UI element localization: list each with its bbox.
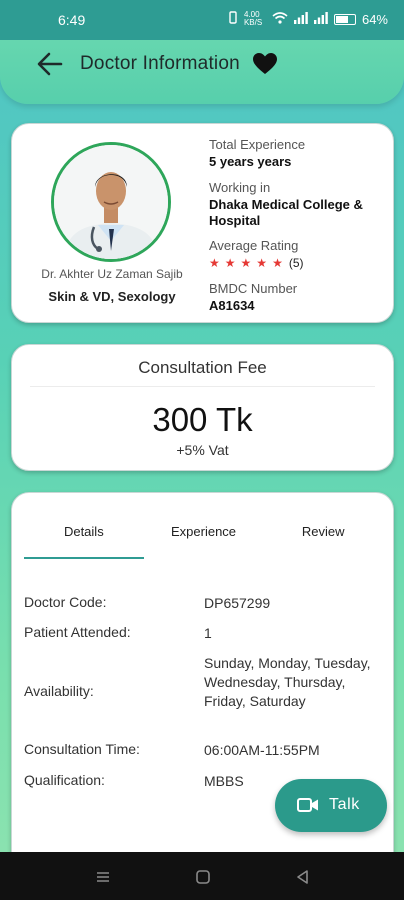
rating-count: (5) xyxy=(288,256,304,270)
experience-value: 5 years years xyxy=(209,154,292,169)
status-time: 6:49 xyxy=(58,12,86,28)
bmdc-value: A81634 xyxy=(209,298,255,313)
star-icon: ★ xyxy=(272,256,283,270)
fee-amount: 300 Tk xyxy=(152,401,253,438)
vibrate-icon xyxy=(228,11,238,27)
wifi-icon xyxy=(272,11,288,27)
detail-label: Availability: xyxy=(24,683,94,699)
doctor-specialty: Skin & VD, Sexology xyxy=(48,289,176,304)
rating-label: Average Rating xyxy=(209,238,299,253)
detail-label: Qualification: xyxy=(24,772,105,788)
info-tabs: Details Experience Review xyxy=(24,513,383,559)
detail-label: Doctor Code: xyxy=(24,594,107,610)
talk-button[interactable]: Talk xyxy=(275,779,387,832)
fee-divider xyxy=(30,386,375,387)
status-bar: 6:49 4.00 KB/S 64% xyxy=(0,0,404,40)
signal-icon xyxy=(293,11,308,27)
detail-value: 06:00AM-11:55PM xyxy=(204,742,320,758)
experience-label: Total Experience xyxy=(209,137,306,152)
star-icon: ★ xyxy=(240,256,252,270)
working-block: Working in Dhaka Medical College & Hospi… xyxy=(209,180,385,229)
fee-title: Consultation Fee xyxy=(138,358,267,377)
back-arrow-icon[interactable] xyxy=(36,51,64,77)
home-icon[interactable] xyxy=(194,868,212,886)
network-speed: 4.00 KB/S xyxy=(243,10,263,27)
app-header: Doctor Information xyxy=(0,40,404,90)
recent-apps-icon[interactable] xyxy=(94,868,112,886)
page-title: Doctor Information xyxy=(80,53,240,74)
back-triangle-icon[interactable] xyxy=(294,868,312,886)
detail-label: Patient Attended: xyxy=(24,624,131,640)
working-label: Working in xyxy=(209,180,271,195)
star-icon: ★ xyxy=(209,256,220,270)
consultation-fee-card: Consultation Fee 300 Tk +5% Vat xyxy=(11,344,394,471)
bmdc-label: BMDC Number xyxy=(209,281,298,296)
top-header-band: 6:49 4.00 KB/S 64% Doctor Information xyxy=(0,0,404,104)
talk-button-label: Talk xyxy=(329,796,360,813)
heart-icon[interactable] xyxy=(252,52,278,76)
battery-icon xyxy=(333,13,356,25)
working-value: Dhaka Medical College & Hospital xyxy=(209,197,363,228)
status-icons: 4.00 KB/S 64% xyxy=(228,11,388,27)
detail-value: DP657299 xyxy=(204,595,271,611)
doctor-avatar xyxy=(51,142,171,262)
detail-label: Consultation Time: xyxy=(24,741,140,757)
fee-vat: +5% Vat xyxy=(176,442,229,458)
detail-value: 1 xyxy=(204,625,212,641)
battery-percent: 64% xyxy=(361,11,388,27)
bmdc-block: BMDC Number A81634 xyxy=(209,281,297,314)
rating-block: Average Rating ★ ★ ★ ★ ★ (5) xyxy=(209,238,304,270)
star-icon: ★ xyxy=(224,256,236,270)
doctor-name: Dr. Akhter Uz Zaman Sajib xyxy=(41,267,183,281)
doctor-profile-card: Dr. Akhter Uz Zaman Sajib Skin & VD, Sex… xyxy=(11,123,394,323)
rating-stars: ★ ★ ★ ★ ★ (5) xyxy=(209,256,304,270)
tab-review[interactable]: Review xyxy=(263,513,383,557)
system-nav-bar xyxy=(0,852,404,900)
video-camera-icon xyxy=(297,797,319,813)
detail-value: Sunday, Monday, Tuesday, Wednesday, Thur… xyxy=(204,655,371,709)
star-icon: ★ xyxy=(256,256,268,270)
signal-icon-2 xyxy=(313,11,328,27)
tab-details[interactable]: Details xyxy=(24,513,144,559)
experience-block: Total Experience 5 years years xyxy=(209,137,305,170)
tab-experience[interactable]: Experience xyxy=(144,513,264,557)
